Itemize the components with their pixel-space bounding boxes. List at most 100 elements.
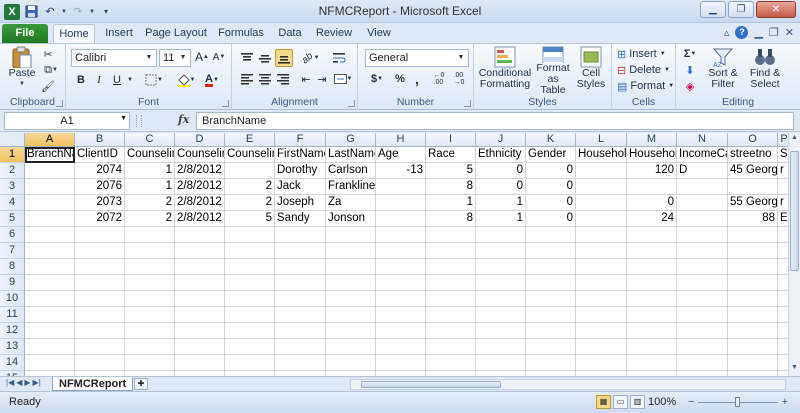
data-cell[interactable] <box>526 275 576 291</box>
page-break-view-icon[interactable]: ▥ <box>630 395 645 409</box>
tab-view[interactable]: View <box>361 24 397 43</box>
data-cell[interactable] <box>576 259 627 275</box>
increase-indent-icon[interactable]: ⇥ <box>315 71 329 87</box>
conditional-formatting-button[interactable]: Conditional Formatting <box>478 46 532 96</box>
help-icon[interactable]: ? <box>735 26 749 39</box>
data-cell[interactable] <box>677 227 728 243</box>
data-cell[interactable] <box>576 163 627 179</box>
font-launcher-icon[interactable] <box>222 100 229 107</box>
data-cell[interactable]: -13 <box>376 163 426 179</box>
data-cell[interactable] <box>677 339 728 355</box>
data-cell[interactable]: 1 <box>476 195 526 211</box>
data-cell[interactable] <box>778 339 788 355</box>
data-cell[interactable] <box>225 259 275 275</box>
data-cell[interactable] <box>326 355 376 371</box>
data-cell[interactable] <box>677 259 728 275</box>
column-header-c[interactable]: C <box>125 133 175 147</box>
tab-review[interactable]: Review <box>312 24 356 43</box>
workbook-close-icon[interactable]: ✕ <box>785 26 794 39</box>
data-cell[interactable] <box>275 291 326 307</box>
data-cell[interactable] <box>476 291 526 307</box>
data-cell[interactable] <box>576 291 627 307</box>
data-cell[interactable] <box>476 355 526 371</box>
borders-icon[interactable]: ▼ <box>142 71 166 89</box>
align-left-icon[interactable] <box>239 71 255 87</box>
column-header-o[interactable]: O <box>728 133 778 147</box>
data-cell[interactable] <box>728 307 778 323</box>
data-cell[interactable] <box>125 355 175 371</box>
data-cell[interactable] <box>225 227 275 243</box>
data-cell[interactable] <box>175 307 225 323</box>
header-cell[interactable]: ClientID <box>75 147 125 163</box>
copy-icon[interactable]: ⧉ ▼ <box>40 63 62 77</box>
data-cell[interactable] <box>778 179 788 195</box>
row-header-4[interactable]: 4 <box>0 195 25 211</box>
data-cell[interactable] <box>526 243 576 259</box>
font-size-select[interactable]: 11 ▼ <box>159 49 191 67</box>
data-cell[interactable] <box>225 275 275 291</box>
sheet-tab-nfmcreport[interactable]: NFMCReport <box>52 377 134 391</box>
data-cell[interactable] <box>627 355 677 371</box>
data-cell[interactable]: 1 <box>476 211 526 227</box>
data-cell[interactable] <box>326 323 376 339</box>
italic-button[interactable]: I <box>91 71 107 89</box>
data-cell[interactable] <box>376 307 426 323</box>
data-cell[interactable]: 2/8/2012 <box>175 163 225 179</box>
data-cell[interactable] <box>376 211 426 227</box>
data-cell[interactable] <box>25 163 75 179</box>
cell-styles-button[interactable]: Cell Styles <box>574 46 608 96</box>
data-cell[interactable] <box>75 307 125 323</box>
header-cell[interactable]: BranchNa <box>25 147 75 163</box>
data-cell[interactable] <box>627 307 677 323</box>
data-cell[interactable] <box>627 275 677 291</box>
row-header-6[interactable]: 6 <box>0 227 25 243</box>
data-cell[interactable] <box>75 339 125 355</box>
minimize-ribbon-icon[interactable]: ▵ <box>724 26 730 39</box>
data-cell[interactable]: 1 <box>125 179 175 195</box>
data-cell[interactable] <box>125 323 175 339</box>
data-cell[interactable] <box>125 259 175 275</box>
row-header-7[interactable]: 7 <box>0 243 25 259</box>
data-cell[interactable] <box>225 243 275 259</box>
data-cell[interactable] <box>225 291 275 307</box>
data-cell[interactable] <box>225 355 275 371</box>
data-cell[interactable]: 1 <box>426 195 476 211</box>
data-cell[interactable] <box>526 355 576 371</box>
data-cell[interactable]: 1 <box>125 163 175 179</box>
data-cell[interactable] <box>376 275 426 291</box>
data-cell[interactable] <box>175 227 225 243</box>
zoom-level[interactable]: 100% <box>648 396 676 408</box>
merge-center-icon[interactable]: ▼ <box>332 71 354 87</box>
column-header-l[interactable]: L <box>576 133 627 147</box>
column-header-k[interactable]: K <box>526 133 576 147</box>
row-header-1[interactable]: 1 <box>0 147 25 163</box>
formula-input[interactable]: BranchName <box>196 112 794 130</box>
data-cell[interactable] <box>426 275 476 291</box>
data-cell[interactable] <box>526 339 576 355</box>
data-cell[interactable] <box>225 163 275 179</box>
data-cell[interactable]: Sandy <box>275 211 326 227</box>
data-cell[interactable]: 55 Georgia <box>728 195 778 211</box>
data-cell[interactable]: 0 <box>526 195 576 211</box>
font-name-select[interactable]: Calibri ▼ <box>71 49 157 67</box>
column-header-n[interactable]: N <box>677 133 728 147</box>
data-cell[interactable] <box>275 275 326 291</box>
scroll-up-icon[interactable]: ▲ <box>790 134 799 145</box>
number-format-select[interactable]: General ▼ <box>365 49 469 67</box>
insert-function-icon[interactable]: fx <box>178 113 189 126</box>
data-cell[interactable] <box>326 259 376 275</box>
data-cell[interactable] <box>125 227 175 243</box>
vertical-scrollbar[interactable]: ▲ ▼ <box>788 133 800 376</box>
bold-button[interactable]: B <box>73 71 89 89</box>
row-header-8[interactable]: 8 <box>0 259 25 275</box>
data-cell[interactable] <box>175 259 225 275</box>
data-cell[interactable] <box>326 243 376 259</box>
number-launcher-icon[interactable] <box>464 100 471 107</box>
data-cell[interactable]: 8 <box>426 179 476 195</box>
column-header-b[interactable]: B <box>75 133 125 147</box>
data-cell[interactable]: 2076 <box>75 179 125 195</box>
fill-color-icon[interactable]: ▼ <box>174 71 198 89</box>
data-cell[interactable] <box>175 355 225 371</box>
data-cell[interactable] <box>175 291 225 307</box>
data-cell[interactable] <box>125 275 175 291</box>
